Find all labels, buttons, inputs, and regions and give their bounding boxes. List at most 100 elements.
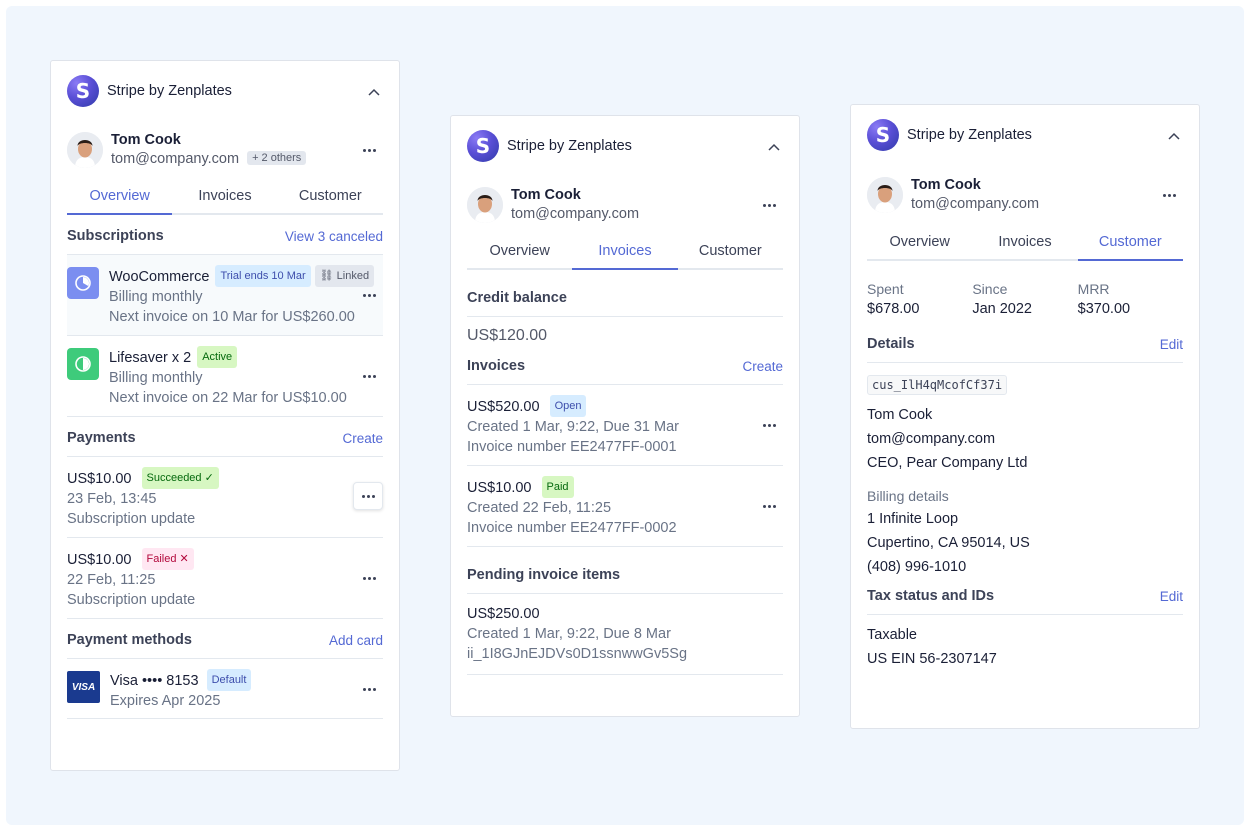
tab-invoices[interactable]: Invoices [572, 234, 678, 270]
billing-frequency: Billing monthly [109, 289, 203, 305]
status-badge: Trial ends 10 Mar [215, 265, 311, 287]
section-title: Credit balance [467, 290, 567, 306]
pending-items-header: Pending invoice items [467, 547, 783, 594]
user-email: tom@company.com [111, 151, 240, 167]
tab-overview[interactable]: Overview [467, 234, 572, 268]
create-payment-link[interactable]: Create [342, 431, 383, 446]
payment-more-button[interactable] [353, 482, 383, 510]
link-icon: ⛓ [319, 270, 337, 282]
payment-row[interactable]: US$10.00 Failed ✕ 22 Feb, 11:25 Subscript… [67, 538, 383, 619]
subscription-more-button[interactable] [355, 364, 383, 388]
status-badge: Active [197, 346, 238, 368]
tab-customer[interactable]: Customer [1077, 225, 1183, 261]
pending-created: Created 1 Mar, 9:22, Due 8 Mar [467, 626, 671, 642]
app-logo: S [67, 75, 99, 107]
section-title: Pending invoice items [467, 567, 621, 583]
visa-card-icon: VISA [67, 671, 100, 703]
details-header: Details Edit [867, 331, 1183, 363]
edit-details-link[interactable]: Edit [1160, 337, 1183, 352]
tab-customer[interactable]: Customer [278, 179, 383, 213]
tab-overview[interactable]: Overview [67, 179, 173, 215]
customer-id[interactable]: cus_IlH4qMcofCf37i [867, 375, 1008, 395]
pending-item-id: ii_1I8GJnEJDVs0D1ssnwwGv5Sg [467, 646, 688, 662]
tab-invoices[interactable]: Invoices [172, 179, 277, 213]
payment-row[interactable]: US$10.00 Succeeded ✓ 23 Feb, 13:45 Subscr… [67, 457, 383, 538]
view-canceled-link[interactable]: View 3 canceled [285, 229, 383, 244]
pending-amount: US$250.00 [467, 606, 540, 622]
billing-address-line1: 1 Infinite Loop [867, 511, 959, 527]
tab-invoices[interactable]: Invoices [972, 225, 1077, 259]
payment-date: 22 Feb, 11:25 [67, 572, 156, 588]
subscription-more-button[interactable] [355, 283, 383, 307]
billing-phone: (408) 996-1010 [867, 559, 967, 575]
invoice-amount: US$520.00 [467, 399, 540, 415]
tab-bar: Overview Invoices Customer [67, 179, 383, 215]
billing-details-label: Billing details [867, 488, 949, 504]
payment-date: 23 Feb, 13:45 [67, 491, 157, 507]
invoice-more-button[interactable] [755, 413, 783, 437]
payment-method-more-button[interactable] [355, 677, 383, 701]
create-invoice-link[interactable]: Create [742, 359, 783, 374]
canvas-background: S Stripe by Zenplates Tom Cook tom@compa… [6, 6, 1244, 825]
user-name: Tom Cook [111, 132, 181, 148]
collapse-button[interactable] [1165, 127, 1183, 145]
edit-tax-link[interactable]: Edit [1160, 589, 1183, 604]
subscription-row[interactable]: WooCommerce Trial ends 10 Mar ⛓ Linked Bil… [67, 255, 383, 336]
stat-mrr: MRR $370.00 [1077, 281, 1131, 317]
payment-method-row[interactable]: VISA Visa •••• 8153 Default Expires Apr 2… [67, 659, 383, 719]
invoice-row[interactable]: US$520.00 Open Created 1 Mar, 9:22, Due 3… [467, 385, 783, 466]
tax-status: Taxable [867, 627, 917, 643]
tab-customer[interactable]: Customer [678, 234, 783, 268]
section-title: Invoices [467, 358, 526, 374]
user-more-button[interactable] [355, 138, 383, 162]
subscription-icon [67, 267, 99, 299]
app-card-customer: S Stripe by Zenplates Tom Cook tom@compa… [850, 104, 1200, 729]
pending-item-row[interactable]: US$250.00 Created 1 Mar, 9:22, Due 8 Mar… [467, 594, 783, 675]
customer-stats: Spent $678.00 Since Jan 2022 MRR $370.00 [867, 261, 1183, 331]
tax-body: Taxable US EIN 56-2307147 [867, 615, 1183, 671]
invoice-created: Created 22 Feb, 11:25 [467, 500, 612, 516]
app-card-invoices: S Stripe by Zenplates Tom Cook tom@compa… [450, 115, 800, 717]
user-name: Tom Cook [511, 187, 581, 203]
credit-balance-amount: US$120.00 [467, 327, 548, 344]
subscription-row[interactable]: Lifesaver x 2 Active Billing monthly Next… [67, 336, 383, 417]
payment-more-button[interactable] [355, 566, 383, 590]
card-expiry: Expires Apr 2025 [110, 693, 221, 709]
stat-spent: Spent $678.00 [867, 281, 920, 317]
tab-overview[interactable]: Overview [867, 225, 972, 259]
invoices-header: Invoices Create [467, 355, 783, 385]
tab-bar: Overview Invoices Customer [867, 225, 1183, 261]
payment-description: Subscription update [67, 592, 196, 608]
invoice-amount: US$10.00 [467, 480, 532, 496]
app-logo: S [467, 130, 499, 162]
subscription-name: WooCommerce [109, 269, 210, 285]
user-name: Tom Cook [911, 177, 981, 193]
user-row: Tom Cook tom@company.com + 2 others [67, 121, 383, 179]
customer-name: Tom Cook [867, 407, 933, 423]
payments-header: Payments Create [67, 417, 383, 457]
x-icon: ✕ [179, 553, 189, 565]
payment-amount: US$10.00 [67, 552, 132, 568]
invoice-row[interactable]: US$10.00 Paid Created 22 Feb, 11:25 Invoi… [467, 466, 783, 547]
user-email: tom@company.com [911, 196, 1040, 212]
billing-frequency: Billing monthly [109, 370, 203, 386]
invoice-more-button[interactable] [755, 494, 783, 518]
collapse-button[interactable] [765, 138, 783, 156]
status-badge: Succeeded ✓ [141, 467, 219, 489]
collapse-button[interactable] [365, 83, 383, 101]
app-name: Stripe by Zenplates [907, 127, 1032, 143]
subscriptions-header: Subscriptions View 3 canceled [67, 215, 383, 255]
user-row: Tom Cook tom@company.com [867, 165, 1183, 225]
chevron-up-icon [368, 88, 380, 96]
section-title: Subscriptions [67, 228, 164, 244]
status-badge: Paid [541, 476, 574, 498]
user-more-button[interactable] [755, 193, 783, 217]
add-card-link[interactable]: Add card [329, 633, 383, 648]
status-badge: Open [549, 395, 587, 417]
user-more-button[interactable] [1155, 183, 1183, 207]
status-badge: Failed ✕ [141, 548, 194, 570]
card-header: S Stripe by Zenplates [867, 105, 1183, 165]
section-title: Details [867, 336, 915, 352]
others-badge[interactable]: + 2 others [247, 151, 307, 165]
app-name: Stripe by Zenplates [107, 83, 232, 99]
